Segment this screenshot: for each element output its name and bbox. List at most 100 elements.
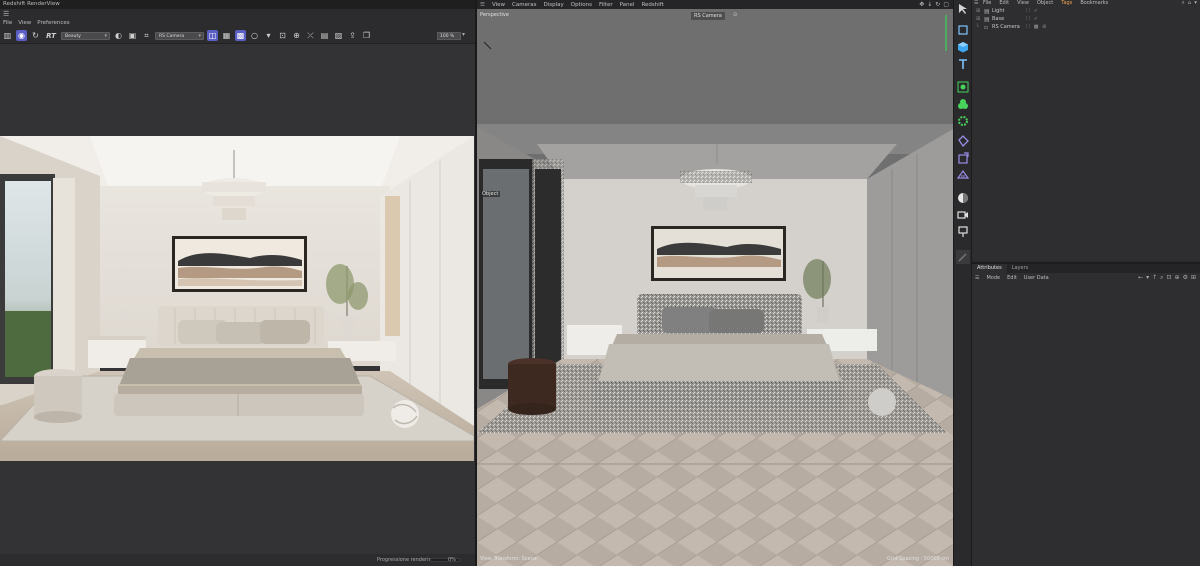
pan-icon[interactable]: ✥ (919, 1, 924, 8)
snapshot-icon[interactable]: ▣ (127, 30, 138, 41)
object-name[interactable]: Light (992, 8, 1026, 14)
viewport-menu-icon[interactable]: ☰ (480, 2, 485, 8)
viewport-camera-label[interactable]: RS Camera (691, 12, 725, 20)
attributes-menu-icon[interactable]: ☰ (975, 275, 979, 281)
tree-expand-icon[interactable]: ⊞ (976, 8, 984, 14)
light-icon[interactable] (956, 225, 970, 239)
object-name[interactable]: RS Camera (992, 24, 1026, 30)
attributes-nav-icons: ← ▾ ↑ ⌕ ⊡ ⊕ ⚙ ⊞ (1138, 274, 1196, 282)
spline-icon[interactable] (956, 151, 970, 165)
maximize-icon[interactable]: ▢ (943, 1, 949, 8)
visibility-flags-icon[interactable]: ⁝⁝ ✓ (1026, 16, 1039, 22)
circle-outline-icon[interactable]: ○ (249, 30, 260, 41)
chevron-down-icon[interactable]: ▾ (263, 30, 274, 41)
object-manager-menu-icon[interactable]: ☰ (974, 0, 978, 7)
tab-layers[interactable]: Layers (1007, 264, 1034, 273)
viewport-menu-display[interactable]: Display (543, 2, 563, 8)
film-strip-icon[interactable]: ▥ (2, 30, 13, 41)
object-name[interactable]: Base (992, 16, 1026, 22)
tool-palette (953, 0, 972, 566)
menu-view[interactable]: View (18, 19, 31, 28)
visibility-flags-icon[interactable]: ⁝⁝ ▩ ⊘ (1026, 24, 1047, 30)
viewport-menubar: ☰ View Cameras Display Options Filter Pa… (477, 0, 953, 9)
attr-menu-edit[interactable]: Edit (1007, 275, 1017, 281)
new-panel-icon[interactable]: ⊕ (1175, 274, 1180, 282)
camera-icon[interactable] (956, 208, 970, 222)
brush-icon[interactable] (956, 250, 970, 264)
generator-icon[interactable] (956, 114, 970, 128)
cube-outline-icon[interactable] (956, 23, 970, 37)
attr-menu-mode[interactable]: Mode (986, 275, 1000, 281)
compare-icon[interactable]: ⤫ (305, 30, 316, 41)
viewport-menu-cameras[interactable]: Cameras (512, 2, 536, 8)
image-icon[interactable]: ▤ (319, 30, 330, 41)
om-menu-tags[interactable]: Tags (1061, 0, 1072, 7)
field-icon[interactable] (956, 168, 970, 182)
back-arrow-icon[interactable]: ← (1138, 274, 1143, 282)
om-menu-view[interactable]: View (1017, 0, 1029, 7)
search-icon[interactable]: ⌕ (1160, 274, 1163, 282)
viewport-perspective-label[interactable]: Perspective (480, 12, 509, 18)
home-icon[interactable]: ⌂ (1188, 0, 1192, 7)
object-row-light[interactable]: ⊞ ▤ Light ⁝⁝ ✓ (972, 7, 1200, 15)
export-icon[interactable]: ⇪ (347, 30, 358, 41)
object-row-rs-camera[interactable]: └ ▫ RS Camera ⁝⁝ ▩ ⊘ (972, 23, 1200, 31)
render-button-icon[interactable]: ◉ (16, 30, 27, 41)
om-menu-edit[interactable]: Edit (999, 0, 1009, 7)
tree-expand-icon[interactable]: ⊞ (976, 16, 984, 22)
corner-marker-icon (483, 41, 492, 50)
bucket-icon[interactable]: ▩ (235, 30, 246, 41)
renderview-panel: Redshift RenderView ☰ File View Preferen… (0, 0, 475, 566)
filter-icon[interactable]: ▾ (1194, 0, 1197, 7)
viewport-menu-redshift[interactable]: Redshift (641, 2, 663, 8)
menu-file[interactable]: File (3, 19, 12, 28)
viewport-panel: ☰ View Cameras Display Options Filter Pa… (475, 0, 953, 566)
attr-menu-user-data[interactable]: User Data (1024, 275, 1049, 281)
viewport-menu-filter[interactable]: Filter (599, 2, 613, 8)
panel-menu-icon[interactable]: ☰ (0, 9, 475, 19)
color-circle-icon[interactable]: ◐ (113, 30, 124, 41)
region-render-icon[interactable]: ◫ (207, 30, 218, 41)
attributes-toolbar: ☰ Mode Edit User Data ← ▾ ↑ ⌕ ⊡ ⊕ ⚙ ⊞ (972, 273, 1200, 283)
aov-select[interactable]: Beauty (61, 31, 110, 40)
settings-icon[interactable]: ⚙ (1183, 274, 1188, 282)
menu-preferences[interactable]: Preferences (37, 19, 69, 28)
deformer-icon[interactable] (956, 97, 970, 111)
material-icon[interactable] (956, 191, 970, 205)
viewport-camera-link-icon[interactable]: ⊙ (733, 12, 737, 18)
object-row-base[interactable]: ⊞ ▤ Base ⁝⁝ ✓ (972, 15, 1200, 23)
zoom-dropdown-icon[interactable]: ▾ (462, 31, 465, 38)
crop-icon[interactable]: ⌗ (141, 30, 152, 41)
refresh-icon[interactable]: ↻ (30, 30, 41, 41)
cube-icon[interactable] (956, 40, 970, 54)
expand-icon[interactable]: ⊞ (1191, 274, 1196, 282)
lock-icon[interactable]: ⊡ (1167, 274, 1172, 282)
om-menu-file[interactable]: File (983, 0, 991, 7)
focus-icon[interactable]: ⊡ (277, 30, 288, 41)
move-down-icon[interactable]: ↓ (927, 1, 932, 8)
rotate-icon[interactable]: ↻ (935, 1, 940, 8)
zoom-input[interactable]: 100 % (437, 32, 461, 40)
target-icon[interactable]: ⊕ (291, 30, 302, 41)
viewport-menu-panel[interactable]: Panel (620, 2, 635, 8)
visibility-flags-icon[interactable]: ⁝⁝ ✓ (1026, 8, 1039, 14)
text-icon[interactable] (956, 57, 970, 71)
viewport-canvas[interactable]: Perspective RS Camera ⊙ Object View Tran… (477, 9, 953, 566)
viewport-menu-view[interactable]: View (492, 2, 505, 8)
object-manager-menubar: ☰ File Edit View Object Tags Bookmarks ⌕… (972, 0, 1200, 7)
rt-toggle-button[interactable]: RT (44, 32, 58, 40)
tag-icon[interactable] (956, 134, 970, 148)
om-menu-object[interactable]: Object (1037, 0, 1053, 7)
grid-icon[interactable]: ▦ (221, 30, 232, 41)
om-menu-bookmarks[interactable]: Bookmarks (1080, 0, 1108, 7)
up-arrow-icon[interactable]: ↑ (1152, 274, 1157, 282)
cursor-icon[interactable] (956, 2, 970, 16)
camera-select[interactable]: RS Camera (155, 31, 204, 40)
tab-attributes[interactable]: Attributes (972, 264, 1007, 273)
viewport-menu-options[interactable]: Options (571, 2, 592, 8)
search-icon[interactable]: ⌕ (1182, 0, 1185, 7)
copy-icon[interactable]: ❐ (361, 30, 372, 41)
chevron-down-icon[interactable]: ▾ (1146, 274, 1149, 282)
save-image-icon[interactable]: ▨ (333, 30, 344, 41)
cloner-icon[interactable] (956, 80, 970, 94)
